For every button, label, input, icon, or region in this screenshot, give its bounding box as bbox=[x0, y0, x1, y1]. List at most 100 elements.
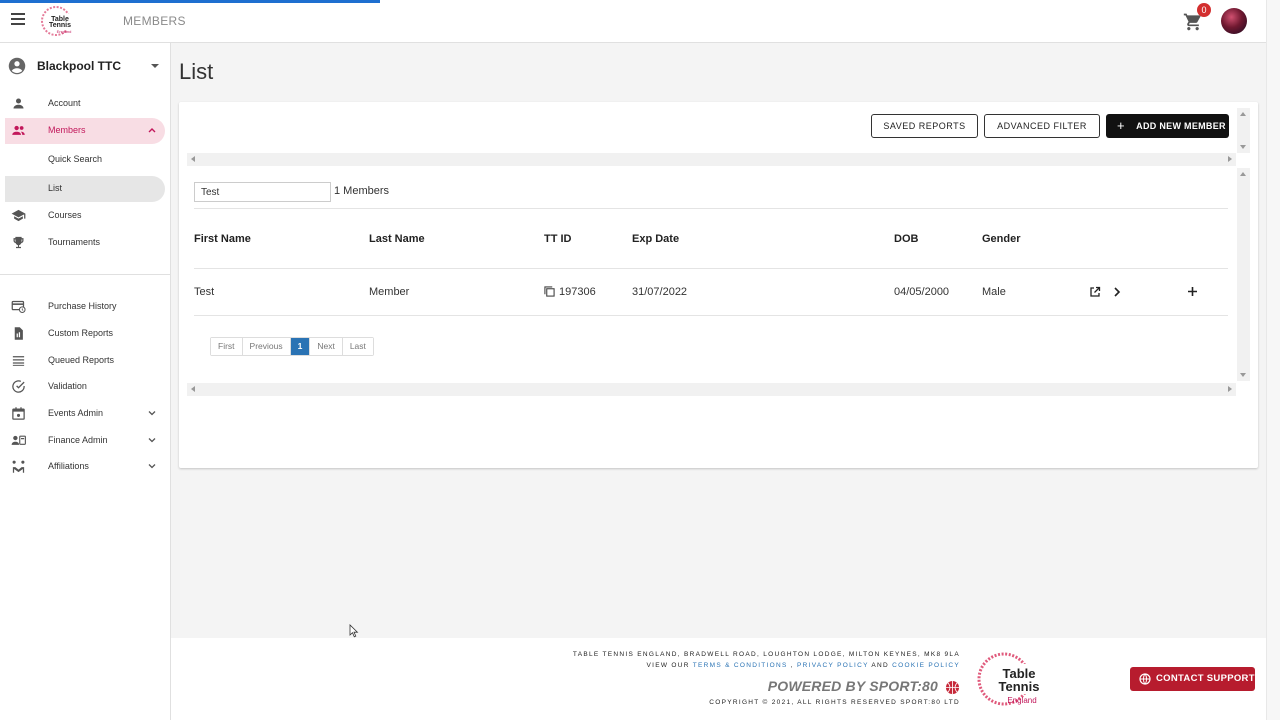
cell-dob: 04/05/2000 bbox=[894, 286, 950, 298]
footer-address: TABLE TENNIS ENGLAND, BRADWELL ROAD, LOU… bbox=[572, 651, 960, 658]
sidebar-item-label: Purchase History bbox=[48, 301, 117, 311]
person-icon bbox=[13, 98, 24, 109]
add-new-member-button[interactable]: + ADD NEW MEMBER bbox=[1106, 114, 1229, 138]
pagination-page-current[interactable]: 1 bbox=[290, 338, 311, 355]
affiliations-icon bbox=[12, 460, 25, 473]
svg-text:England: England bbox=[57, 29, 72, 34]
sidebar-item-affiliations[interactable]: Affiliations bbox=[5, 454, 165, 480]
sidebar-item-purchase-history[interactable]: Purchase History bbox=[5, 294, 165, 320]
people-icon bbox=[12, 125, 25, 135]
sport80-ball-icon bbox=[945, 680, 960, 695]
page-title: List bbox=[179, 59, 214, 84]
chevron-down-icon bbox=[148, 438, 156, 443]
column-header-dob[interactable]: DOB bbox=[894, 233, 918, 245]
school-icon bbox=[11, 209, 26, 222]
trophy-icon bbox=[13, 236, 24, 249]
sidebar-item-label: Account bbox=[48, 98, 81, 108]
sidebar-item-tournaments[interactable]: Tournaments bbox=[5, 230, 165, 256]
saved-reports-button[interactable]: SAVED REPORTS bbox=[871, 114, 978, 138]
advanced-filter-button[interactable]: ADVANCED FILTER bbox=[984, 114, 1100, 138]
pagination-last[interactable]: Last bbox=[342, 338, 373, 355]
cell-first-name: Test bbox=[194, 286, 215, 298]
purchase-history-icon bbox=[11, 300, 26, 313]
footer-view-our: VIEW OUR bbox=[646, 662, 690, 669]
sidebar-item-label: Tournaments bbox=[48, 237, 101, 247]
plus-icon: + bbox=[1117, 118, 1125, 133]
pagination-next[interactable]: Next bbox=[310, 338, 343, 355]
sidebar-item-members[interactable]: Members bbox=[5, 118, 165, 144]
table-horizontal-scrollbar[interactable] bbox=[187, 383, 1236, 396]
member-search-input[interactable] bbox=[194, 182, 331, 202]
globe-icon bbox=[1139, 673, 1151, 685]
add-icon[interactable] bbox=[1187, 286, 1198, 297]
sidebar-item-validation[interactable]: Validation bbox=[5, 374, 165, 400]
club-name: Blackpool TTC bbox=[37, 59, 122, 73]
contact-support-button[interactable]: CONTACT SUPPORT bbox=[1130, 667, 1255, 691]
report-icon bbox=[14, 327, 23, 340]
table-vertical-scrollbar[interactable] bbox=[1237, 168, 1250, 381]
sidebar-item-list[interactable]: List bbox=[5, 176, 165, 202]
page-section-title: MEMBERS bbox=[123, 14, 186, 28]
menu-icon[interactable] bbox=[11, 13, 25, 25]
sidebar-item-label: Events Admin bbox=[48, 408, 104, 418]
column-header-tt-id[interactable]: TT ID bbox=[544, 233, 572, 245]
sidebar-item-label: Quick Search bbox=[48, 154, 103, 164]
powered-by-sport80: POWERED BY SPORT:80 bbox=[767, 678, 938, 694]
sidebar-item-account[interactable]: Account bbox=[5, 91, 165, 117]
column-header-last-name[interactable]: Last Name bbox=[369, 233, 425, 245]
sidebar-item-queued-reports[interactable]: Queued Reports bbox=[5, 348, 165, 374]
finance-admin-icon bbox=[11, 435, 26, 445]
terms-link[interactable]: TERMS & CONDITIONS bbox=[693, 662, 788, 669]
member-count: 1 Members bbox=[334, 185, 390, 197]
chevron-right-icon[interactable] bbox=[1112, 286, 1122, 298]
sidebar-item-label: Affiliations bbox=[48, 461, 89, 471]
sidebar-item-finance-admin[interactable]: Finance Admin bbox=[5, 428, 165, 454]
open-in-new-icon[interactable] bbox=[1089, 286, 1101, 298]
cookie-policy-link[interactable]: COOKIE POLICY bbox=[892, 662, 960, 669]
sidebar-divider bbox=[0, 274, 170, 275]
sidebar-item-events-admin[interactable]: Events Admin bbox=[5, 401, 165, 427]
sidebar-item-quick-search[interactable]: Quick Search bbox=[5, 147, 165, 173]
club-selector[interactable]: Blackpool TTC bbox=[0, 53, 171, 81]
sidebar-item-label: Courses bbox=[48, 210, 82, 220]
pagination: First Previous 1 Next Last bbox=[210, 337, 374, 356]
check-circle-icon bbox=[12, 380, 25, 393]
sidebar-item-label: Custom Reports bbox=[48, 328, 114, 338]
chevron-down-icon bbox=[148, 464, 156, 469]
sidebar-item-label: Validation bbox=[48, 381, 87, 391]
table-row-divider bbox=[194, 315, 1228, 316]
footer-logo-text-england: England bbox=[1007, 696, 1036, 705]
toolbar-vertical-scrollbar[interactable] bbox=[1237, 108, 1250, 153]
toolbar-horizontal-scrollbar[interactable] bbox=[187, 153, 1236, 166]
table-header-divider bbox=[194, 268, 1228, 269]
table-tennis-england-footer-logo[interactable]: Table Tennis England bbox=[976, 650, 1044, 708]
sidebar-item-label: Finance Admin bbox=[48, 435, 108, 445]
footer-copyright: COPYRIGHT © 2021, ALL RIGHTS RESERVED SP… bbox=[709, 699, 960, 706]
contact-support-label: CONTACT SUPPORT bbox=[1156, 673, 1255, 684]
copy-icon[interactable] bbox=[544, 286, 555, 297]
sidebar-item-label: Members bbox=[48, 125, 86, 135]
privacy-policy-link[interactable]: PRIVACY POLICY bbox=[797, 662, 869, 669]
cell-tt-id: 197306 bbox=[559, 286, 596, 298]
cell-last-name: Member bbox=[369, 286, 410, 298]
footer-and: AND bbox=[871, 662, 890, 669]
cell-gender: Male bbox=[982, 286, 1006, 298]
loading-progress-bar bbox=[0, 0, 380, 3]
pagination-first[interactable]: First bbox=[211, 338, 243, 355]
top-app-bar: Table Tennis England MEMBERS 0 bbox=[0, 0, 1266, 43]
sidebar-item-courses[interactable]: Courses bbox=[5, 203, 165, 229]
chevron-down-icon bbox=[148, 411, 156, 416]
column-header-exp-date[interactable]: Exp Date bbox=[632, 233, 679, 245]
table-divider bbox=[194, 208, 1228, 209]
calendar-icon bbox=[12, 407, 25, 420]
page-scrollbar[interactable] bbox=[1266, 0, 1280, 720]
dropdown-caret-icon bbox=[151, 64, 159, 68]
sidebar: Blackpool TTC Account Members Quick Sear… bbox=[0, 43, 171, 720]
add-new-member-label: ADD NEW MEMBER bbox=[1136, 121, 1226, 131]
column-header-first-name[interactable]: First Name bbox=[194, 233, 251, 245]
column-header-gender[interactable]: Gender bbox=[982, 233, 1021, 245]
pagination-previous[interactable]: Previous bbox=[242, 338, 291, 355]
table-tennis-england-logo[interactable]: Table Tennis England bbox=[40, 5, 76, 37]
sidebar-item-custom-reports[interactable]: Custom Reports bbox=[5, 321, 165, 347]
user-avatar[interactable] bbox=[1221, 8, 1247, 34]
